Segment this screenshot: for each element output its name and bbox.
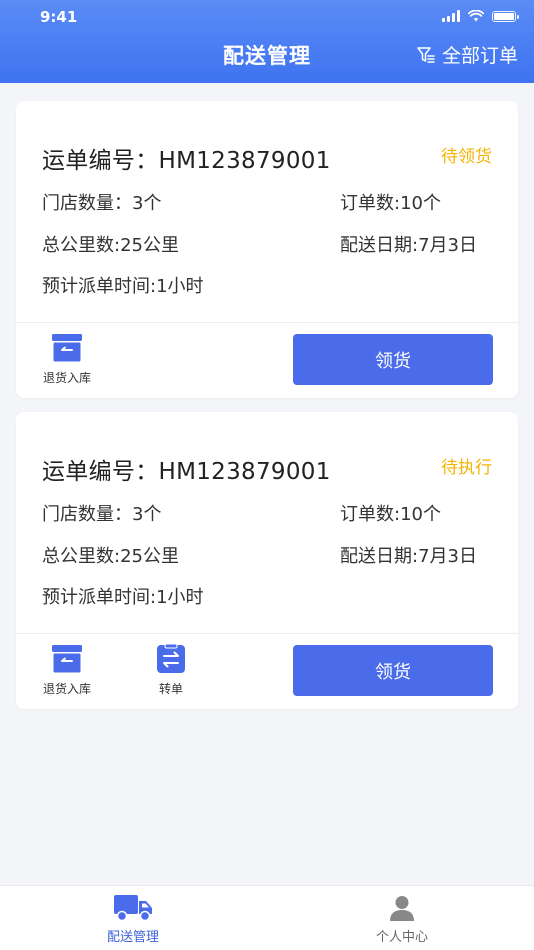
- order-card-actions: 退货入库 领货: [16, 323, 518, 398]
- total-km: 总公里数:25公里: [42, 546, 179, 567]
- order-card-info: 运单编号：HM123879001 待执行 门店数量：3个 订单数:10个 总公里…: [16, 412, 518, 634]
- status-bar: 9:41: [0, 0, 534, 34]
- receive-goods-button[interactable]: 领货: [293, 645, 493, 696]
- all-orders-filter-button[interactable]: 全部订单: [416, 41, 518, 68]
- dispatch-time: 预计派单时间:1小时: [42, 276, 204, 297]
- order-count: 订单数:10个: [340, 504, 441, 525]
- cellular-signal-icon: [442, 10, 460, 22]
- return-to-stock-label: 退货入库: [42, 371, 91, 385]
- status-icons: [442, 10, 519, 22]
- tab-label: 配送管理: [106, 930, 159, 945]
- total-km: 总公里数:25公里: [42, 235, 179, 256]
- battery-icon: [492, 10, 519, 22]
- filter-icon: [417, 46, 435, 63]
- archive-box-icon: [52, 645, 82, 673]
- return-to-stock-label: 退货入库: [42, 682, 91, 696]
- archive-box-icon: [52, 334, 82, 362]
- delivery-date: 配送日期:7月3日: [340, 546, 477, 567]
- order-card-info: 运单编号：HM123879001 待领货 门店数量：3个 订单数:10个 总公里…: [16, 101, 518, 323]
- tab-personal-center[interactable]: 个人中心: [342, 894, 462, 945]
- wifi-icon: [468, 10, 484, 22]
- store-count: 门店数量：3个: [42, 193, 162, 214]
- order-card: 运单编号：HM123879001 待执行 门店数量：3个 订单数:10个 总公里…: [16, 412, 518, 709]
- order-count: 订单数:10个: [340, 193, 441, 214]
- truck-icon: [114, 895, 152, 922]
- all-orders-label: 全部订单: [441, 45, 518, 67]
- bottom-tab-bar: 配送管理 个人中心: [0, 885, 534, 950]
- transfer-order-label: 转单: [158, 682, 183, 696]
- transfer-order-icon: [157, 644, 185, 673]
- return-to-stock-action[interactable]: 退货入库: [32, 644, 102, 697]
- status-badge: 待执行: [441, 458, 492, 478]
- status-badge: 待领货: [441, 147, 492, 167]
- header: 9:41 配送管理 全部订单: [0, 0, 534, 83]
- person-icon: [390, 896, 414, 921]
- return-to-stock-action[interactable]: 退货入库: [32, 333, 102, 386]
- tab-delivery-management[interactable]: 配送管理: [73, 894, 193, 945]
- receive-goods-button[interactable]: 领货: [293, 334, 493, 385]
- waybill-number: 运单编号：HM123879001: [42, 459, 331, 485]
- order-card: 运单编号：HM123879001 待领货 门店数量：3个 订单数:10个 总公里…: [16, 101, 518, 398]
- order-card-actions: 退货入库 转单 领货: [16, 634, 518, 709]
- waybill-number: 运单编号：HM123879001: [42, 148, 331, 174]
- transfer-order-action[interactable]: 转单: [136, 644, 206, 697]
- store-count: 门店数量：3个: [42, 504, 162, 525]
- dispatch-time: 预计派单时间:1小时: [42, 587, 204, 608]
- status-time: 9:41: [40, 8, 78, 26]
- tab-label: 个人中心: [375, 930, 428, 945]
- delivery-date: 配送日期:7月3日: [340, 235, 477, 256]
